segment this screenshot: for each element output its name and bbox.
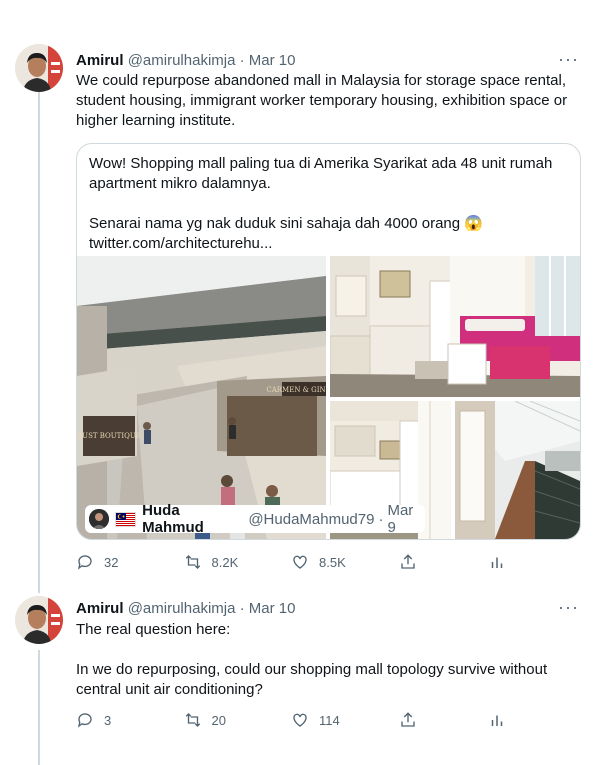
like-button[interactable]: 8.5K [291,553,351,571]
retweet-count: 20 [211,712,226,728]
retweet-button[interactable]: 20 [184,711,244,729]
reply-button[interactable]: 3 [76,711,136,729]
more-icon[interactable]: ··· [558,597,579,618]
share-icon [400,712,415,727]
retweet-icon [185,555,200,569]
retweet-count: 8.2K [211,554,239,570]
author-name[interactable]: Amirul [76,600,124,617]
reply-button[interactable]: 32 [76,553,136,571]
like-count: 114 [319,712,340,728]
analytics-button[interactable] [476,711,506,729]
quote-text: Wow! Shopping mall paling tua di Amerika… [89,155,553,252]
retweet-button[interactable]: 8.2K [184,553,244,571]
avatar[interactable] [15,44,63,92]
like-button[interactable]: 114 [291,711,351,729]
micro-apartment-image[interactable] [330,256,580,397]
thread-line [38,88,40,593]
quote-date[interactable]: Mar 9 [387,502,425,536]
quote-author-avatar[interactable] [89,509,109,529]
avatar[interactable] [15,596,63,644]
retweet-icon [185,713,200,727]
reply-icon [77,555,92,570]
reply-count: 3 [104,712,112,728]
analytics-icon [491,715,503,726]
tweet-text: The real question here: In we do repurpo… [76,621,548,698]
tweet-date[interactable]: Mar 10 [249,52,296,69]
tweet-actions: 3 20 114 [76,711,506,729]
quote-author-handle[interactable]: @HudaMahmud79 [248,511,374,528]
like-icon [293,555,307,569]
shop-sign-carmen: CARMEN & GINGER [266,386,326,394]
quote-tweet-card[interactable]: Wow! Shopping mall paling tua di Amerika… [76,143,581,540]
tweet-header: Amirul @amirulhakimja · Mar 10 [76,52,295,70]
tweet-actions: 32 8.2K 8.5K [76,553,506,571]
author-name[interactable]: Amirul [76,52,124,69]
reply-count: 32 [104,554,119,570]
analytics-icon [491,557,503,568]
author-handle[interactable]: @amirulhakimja [128,52,236,69]
like-icon [293,713,307,727]
more-icon[interactable]: ··· [558,49,579,70]
quote-author-bar[interactable]: Huda Mahmud @HudaMahmud79 · Mar 9 [85,502,425,536]
separator-dot: · [378,510,384,528]
thread-line [38,650,40,765]
share-button[interactable] [399,553,429,571]
balcony-corridor-image[interactable] [455,401,580,539]
author-handle[interactable]: @amirulhakimja [128,600,236,617]
mall-interior-image[interactable]: CARMEN & GINGER AUST BOUTIQUE [77,256,326,539]
separator-dot: · [239,52,245,69]
tweet-date[interactable]: Mar 10 [249,600,296,617]
share-icon [400,554,415,569]
quote-author-name[interactable]: Huda Mahmud [142,502,243,536]
analytics-button[interactable] [476,553,506,571]
malaysia-flag-icon [114,511,137,527]
shop-sign-boutique: AUST BOUTIQUE [77,432,141,440]
reply-icon [77,713,92,728]
like-count: 8.5K [319,554,346,570]
tweet-text: We could repurpose abandoned mall in Mal… [76,72,572,129]
share-button[interactable] [399,711,429,729]
separator-dot: · [239,600,245,617]
tweet-header: Amirul @amirulhakimja · Mar 10 [76,600,295,618]
